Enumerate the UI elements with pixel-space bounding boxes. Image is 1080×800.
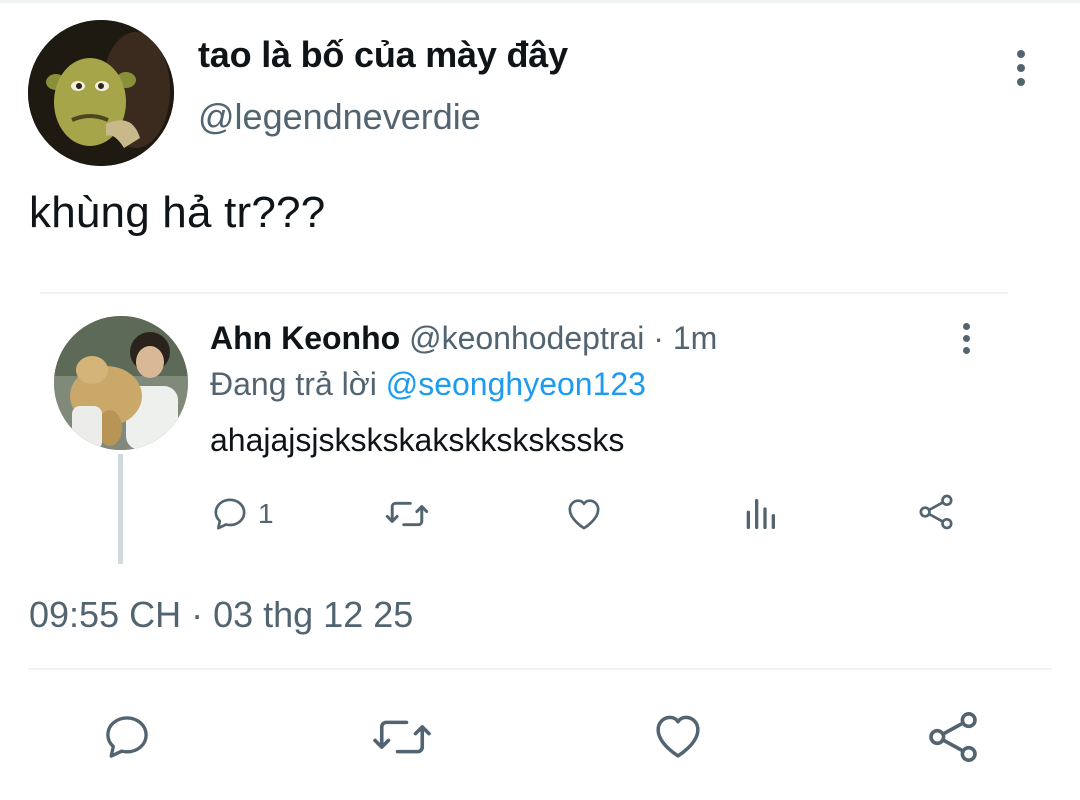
replying-to-line: Đang trả lời @seonghyeon123 bbox=[210, 366, 646, 403]
reply-like-button[interactable] bbox=[564, 494, 604, 534]
reply-more-options-button[interactable] bbox=[952, 318, 980, 358]
retweet-button[interactable] bbox=[370, 710, 434, 764]
reply-share-button[interactable] bbox=[916, 492, 956, 532]
tweet-detail-page: tao là bố của mày đây @legendneverdie kh… bbox=[0, 0, 1080, 800]
reply-author-handle[interactable]: @keonhodeptrai bbox=[409, 320, 644, 356]
reply-icon bbox=[106, 716, 148, 758]
more-vertical-icon bbox=[962, 322, 970, 330]
reply-header: Ahn Keonho @keonhodeptrai · 1m bbox=[210, 320, 717, 357]
reply-views-button[interactable] bbox=[742, 494, 778, 534]
retweet-icon bbox=[373, 720, 431, 754]
tweet-timestamp[interactable]: 09:55 CH · 03 thg 12 25 bbox=[29, 594, 413, 636]
tweet-text: khùng hả tr??? bbox=[29, 188, 326, 237]
share-icon bbox=[919, 494, 953, 530]
reply-button[interactable] bbox=[100, 710, 154, 764]
reply-retweet-button[interactable] bbox=[384, 494, 430, 534]
quote-divider bbox=[40, 292, 1008, 294]
more-options-button[interactable] bbox=[1003, 46, 1039, 90]
author-handle[interactable]: @legendneverdie bbox=[198, 96, 481, 138]
like-icon bbox=[656, 715, 700, 758]
reply-author-avatar[interactable] bbox=[54, 316, 188, 450]
replying-to-label: Đang trả lời bbox=[210, 366, 377, 402]
actions-divider bbox=[28, 668, 1052, 670]
thread-line bbox=[118, 454, 123, 564]
top-divider bbox=[0, 0, 1080, 3]
views-icon bbox=[746, 499, 775, 529]
retweet-icon bbox=[385, 501, 429, 527]
reply-author-name[interactable]: Ahn Keonho bbox=[210, 320, 400, 356]
reply-icon bbox=[214, 498, 246, 530]
reply-count: 1 bbox=[258, 498, 274, 529]
reply-time: · 1m bbox=[653, 320, 718, 356]
more-vertical-icon bbox=[1017, 50, 1025, 58]
share-button[interactable] bbox=[924, 708, 982, 766]
like-icon bbox=[568, 499, 600, 530]
reply-text: ahajajsjskskskakskkskskssks bbox=[210, 422, 625, 458]
like-button[interactable] bbox=[650, 708, 706, 764]
author-display-name[interactable]: tao là bố của mày đây bbox=[198, 34, 568, 76]
author-avatar[interactable] bbox=[28, 20, 174, 166]
replying-to-mention[interactable]: @seonghyeon123 bbox=[386, 366, 646, 402]
reply-reply-button[interactable]: 1 bbox=[210, 494, 274, 534]
share-icon bbox=[929, 711, 977, 763]
